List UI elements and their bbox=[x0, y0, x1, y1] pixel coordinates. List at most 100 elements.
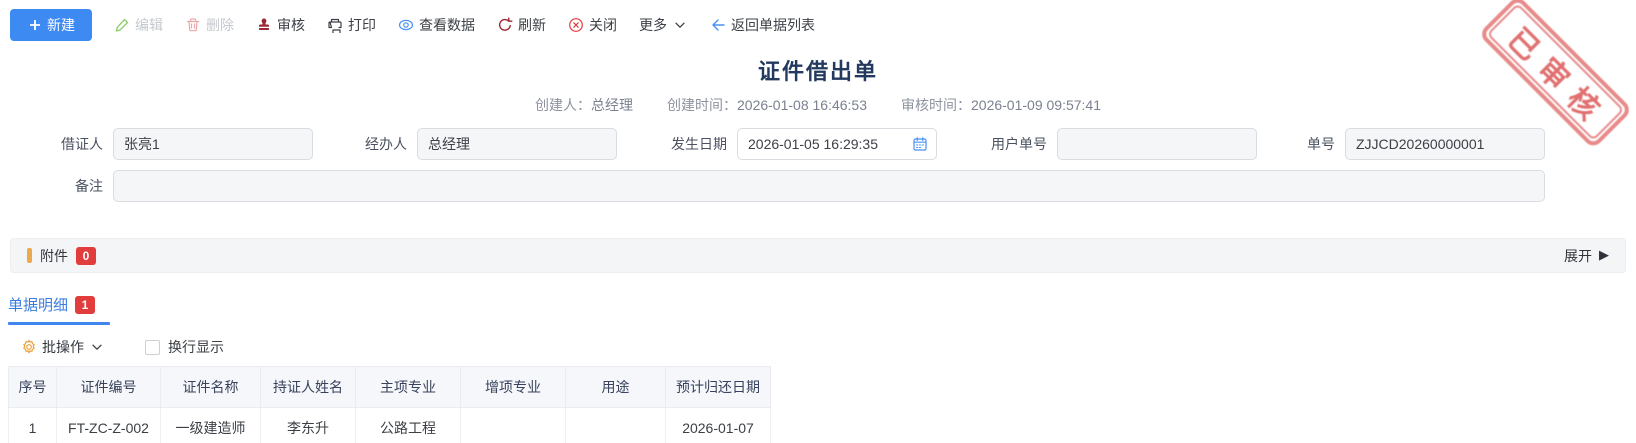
close-button-label: 关闭 bbox=[589, 15, 617, 35]
occur-date-wrap bbox=[737, 128, 937, 160]
audited-time-value: 2026-01-09 09:57:41 bbox=[971, 97, 1101, 113]
delete-button[interactable]: 删除 bbox=[185, 15, 234, 35]
col-header-return-date: 预计归还日期 bbox=[666, 367, 771, 408]
cell-purpose bbox=[566, 408, 666, 443]
col-header-purpose: 用途 bbox=[566, 367, 666, 408]
calendar-icon[interactable] bbox=[912, 136, 928, 152]
occur-date-input[interactable] bbox=[737, 128, 937, 160]
user-doc-no-input[interactable] bbox=[1057, 128, 1257, 160]
cell-return-date: 2026-01-07 bbox=[666, 408, 771, 443]
trash-icon bbox=[185, 17, 201, 33]
close-button[interactable]: 关闭 bbox=[568, 15, 617, 35]
handler-field-group: 经办人 bbox=[359, 128, 617, 160]
batch-operation-row: 批操作 换行显示 bbox=[0, 337, 1636, 357]
edit-button[interactable]: 编辑 bbox=[114, 15, 163, 35]
edit-button-label: 编辑 bbox=[135, 15, 163, 35]
user-doc-no-field-group: 用户单号 bbox=[983, 128, 1257, 160]
view-data-button[interactable]: 查看数据 bbox=[398, 15, 475, 35]
occur-date-field-group: 发生日期 bbox=[663, 128, 937, 160]
borrower-field-group: 借证人 bbox=[55, 128, 313, 160]
attachment-bar[interactable]: 附件 0 展开 ▶ bbox=[10, 238, 1626, 273]
audited-time-label: 审核时间： bbox=[901, 97, 971, 113]
occur-date-label: 发生日期 bbox=[663, 134, 727, 154]
refresh-icon bbox=[497, 17, 513, 33]
col-header-extra-major: 增项专业 bbox=[461, 367, 566, 408]
doc-meta: 创建人：总经理 创建时间：2026-01-08 16:46:53 审核时间：20… bbox=[0, 95, 1636, 115]
borrower-label: 借证人 bbox=[55, 134, 103, 154]
more-button[interactable]: 更多 bbox=[639, 15, 688, 35]
attachment-header: 附件 0 bbox=[27, 246, 96, 266]
borrower-input[interactable] bbox=[113, 128, 313, 160]
detail-tab-row: 单据明细 1 bbox=[0, 294, 1636, 325]
col-header-cert-no: 证件编号 bbox=[57, 367, 161, 408]
view-data-button-label: 查看数据 bbox=[419, 15, 475, 35]
certificate-lending-page: 新建 编辑 删除 审核 打印 查看数据 刷新 关闭 bbox=[0, 0, 1636, 443]
section-marker-icon bbox=[27, 248, 32, 263]
chevron-down-icon bbox=[89, 339, 105, 355]
wrap-display-toggle[interactable]: 换行显示 bbox=[145, 337, 224, 357]
cell-cert-no: FT-ZC-Z-002 bbox=[57, 408, 161, 443]
creator-info: 创建人：总经理 bbox=[535, 95, 633, 115]
form-row-1: 借证人 经办人 发生日期 用户单号 单号 bbox=[0, 128, 1636, 160]
creator-label: 创建人： bbox=[535, 97, 591, 113]
creator-value: 总经理 bbox=[591, 97, 633, 113]
cell-major: 公路工程 bbox=[356, 408, 461, 443]
print-button[interactable]: 打印 bbox=[327, 15, 376, 35]
pencil-icon bbox=[114, 17, 130, 33]
arrow-left-icon bbox=[710, 17, 726, 33]
audit-button-label: 审核 bbox=[277, 15, 305, 35]
chevron-down-icon bbox=[672, 17, 688, 33]
new-button[interactable]: 新建 bbox=[10, 9, 92, 41]
toolbar: 新建 编辑 删除 审核 打印 查看数据 刷新 关闭 bbox=[0, 0, 1636, 42]
expand-triangle-icon: ▶ bbox=[1599, 248, 1609, 263]
handler-input[interactable] bbox=[417, 128, 617, 160]
wrap-display-label: 换行显示 bbox=[168, 337, 224, 357]
refresh-button-label: 刷新 bbox=[518, 15, 546, 35]
back-to-list-button-label: 返回单据列表 bbox=[731, 15, 815, 35]
refresh-button[interactable]: 刷新 bbox=[497, 15, 546, 35]
detail-tab-label: 单据明细 bbox=[8, 294, 68, 315]
col-header-seq: 序号 bbox=[9, 367, 57, 408]
close-circle-icon bbox=[568, 17, 584, 33]
printer-icon bbox=[327, 17, 343, 33]
form-row-2: 备注 bbox=[0, 170, 1636, 202]
expand-toggle[interactable]: 展开 ▶ bbox=[1564, 246, 1609, 266]
delete-button-label: 删除 bbox=[206, 15, 234, 35]
batch-operation-button[interactable]: 批操作 bbox=[21, 337, 105, 357]
doc-no-field-group: 单号 bbox=[1303, 128, 1545, 160]
audit-button[interactable]: 审核 bbox=[256, 15, 305, 35]
more-button-label: 更多 bbox=[639, 15, 667, 35]
attachment-label: 附件 bbox=[40, 246, 68, 266]
new-button-label: 新建 bbox=[47, 15, 75, 35]
col-header-holder: 持证人姓名 bbox=[261, 367, 356, 408]
doc-no-input[interactable] bbox=[1345, 128, 1545, 160]
table-row[interactable]: 1 FT-ZC-Z-002 一级建造师 李东升 公路工程 2026-01-07 bbox=[9, 408, 771, 443]
eye-icon bbox=[398, 17, 414, 33]
gear-icon bbox=[21, 339, 37, 355]
batch-operation-label: 批操作 bbox=[42, 337, 84, 357]
detail-table: 序号 证件编号 证件名称 持证人姓名 主项专业 增项专业 用途 预计归还日期 1… bbox=[8, 366, 771, 443]
cell-seq: 1 bbox=[9, 408, 57, 443]
attachment-count-badge: 0 bbox=[76, 247, 96, 265]
remark-input[interactable] bbox=[113, 170, 1545, 202]
col-header-cert-name: 证件名称 bbox=[161, 367, 261, 408]
print-button-label: 打印 bbox=[348, 15, 376, 35]
detail-count-badge: 1 bbox=[75, 296, 95, 314]
page-title: 证件借出单 bbox=[0, 54, 1636, 86]
cell-cert-name: 一级建造师 bbox=[161, 408, 261, 443]
audited-time-info: 审核时间：2026-01-09 09:57:41 bbox=[901, 95, 1101, 115]
col-header-major: 主项专业 bbox=[356, 367, 461, 408]
plus-icon bbox=[27, 17, 43, 33]
tab-document-detail[interactable]: 单据明细 1 bbox=[8, 294, 95, 315]
created-time-info: 创建时间：2026-01-08 16:46:53 bbox=[667, 95, 867, 115]
user-doc-no-label: 用户单号 bbox=[983, 134, 1047, 154]
document-form: 借证人 经办人 发生日期 用户单号 单号 bbox=[0, 128, 1636, 202]
remark-label: 备注 bbox=[55, 176, 103, 196]
table-header-row: 序号 证件编号 证件名称 持证人姓名 主项专业 增项专业 用途 预计归还日期 bbox=[9, 367, 771, 408]
handler-label: 经办人 bbox=[359, 134, 407, 154]
active-tab-underline bbox=[8, 322, 110, 325]
back-to-list-button[interactable]: 返回单据列表 bbox=[710, 15, 815, 35]
cell-extra-major bbox=[461, 408, 566, 443]
wrap-display-checkbox[interactable] bbox=[145, 340, 160, 355]
created-time-label: 创建时间： bbox=[667, 97, 737, 113]
